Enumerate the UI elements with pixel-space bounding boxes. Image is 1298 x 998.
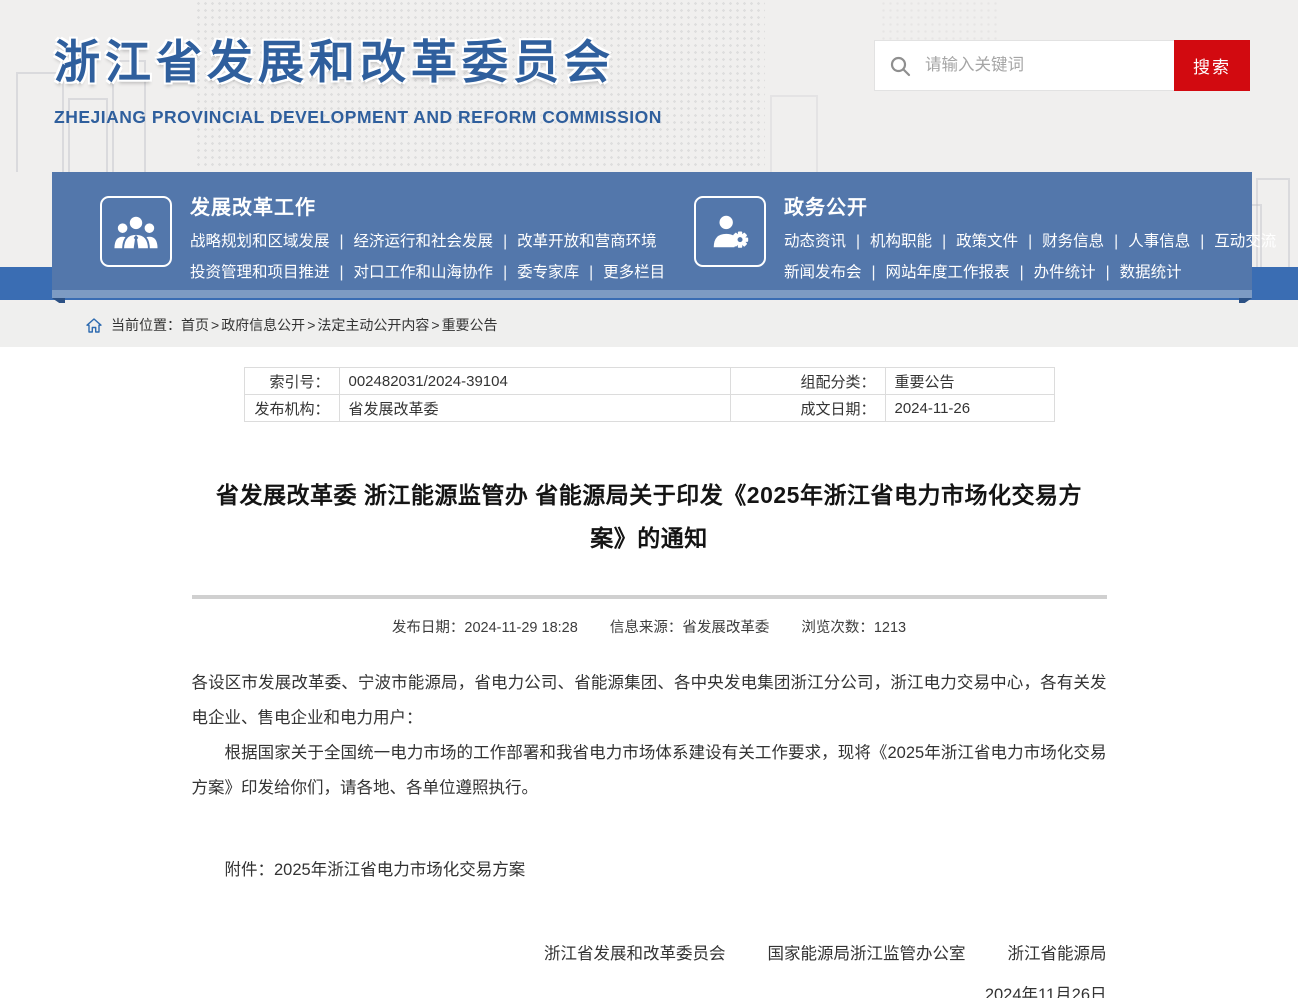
band-bottom-shadow bbox=[52, 290, 1252, 298]
signature-org: 国家能源局浙江监管办公室 bbox=[768, 945, 966, 963]
nav-link[interactable]: 经济运行和社会发展 bbox=[354, 233, 518, 250]
nav-link[interactable]: 新闻发布会 bbox=[784, 264, 886, 281]
ribbon-fold-left bbox=[52, 298, 65, 303]
article-meta: 发布日期：2024-11-29 18:28 信息来源：省发展改革委 浏览次数：1… bbox=[192, 616, 1107, 637]
nav-section-text: 发展改革工作 战略规划和区域发展经济运行和社会发展改革开放和营商环境 投资管理和… bbox=[190, 191, 665, 290]
people-group-icon bbox=[100, 196, 172, 267]
breadcrumb-label: 当前位置： bbox=[111, 315, 181, 335]
nav-section-development-reform: 发展改革工作 战略规划和区域发展经济运行和社会发展改革开放和营商环境 投资管理和… bbox=[52, 172, 652, 290]
signature-org: 浙江省发展和改革委员会 bbox=[544, 945, 726, 963]
issue-date-value: 2024-11-26 bbox=[885, 395, 1054, 422]
nav-link[interactable]: 办件统计 bbox=[1034, 264, 1120, 281]
publish-date: 发布日期：2024-11-29 18:28 bbox=[392, 620, 578, 636]
search-button[interactable]: 搜索 bbox=[1174, 40, 1250, 91]
nav-section-title: 发展改革工作 bbox=[190, 191, 665, 220]
nav-link[interactable]: 网站年度工作报表 bbox=[886, 264, 1034, 281]
nav-links-row: 投资管理和项目推进对口工作和山海协作委专家库更多栏目 bbox=[190, 260, 665, 282]
document-info-table: 索引号： 002482031/2024-39104 组配分类： 重要公告 发布机… bbox=[244, 367, 1055, 422]
nav-band-zone: 发展改革工作 战略规划和区域发展经济运行和社会发展改革开放和营商环境 投资管理和… bbox=[0, 172, 1298, 303]
article-title: 省发展改革委 浙江能源监管办 省能源局关于印发《2025年浙江省电力市场化交易方… bbox=[200, 474, 1099, 559]
attachment-line: 附件：2025年浙江省电力市场化交易方案 bbox=[192, 856, 1107, 880]
signature-block: 浙江省发展和改革委员会 国家能源局浙江监管办公室 浙江省能源局 2024年11月26… bbox=[192, 940, 1107, 998]
index-number-label: 索引号： bbox=[244, 368, 339, 395]
nav-link[interactable]: 动态资讯 bbox=[784, 233, 870, 250]
site-header: 浙江省发展和改革委员会 ZHEJIANG PROVINCIAL DEVELOPM… bbox=[0, 0, 1298, 172]
signature-date: 2024年11月26日 bbox=[192, 981, 1107, 998]
body-paragraph: 根据国家关于全国统一电力市场的工作部署和我省电力市场体系建设有关工作要求，现将《… bbox=[192, 736, 1107, 806]
ribbon-fold-right bbox=[1239, 298, 1252, 303]
issuing-agency-value: 省发展改革委 bbox=[339, 395, 730, 422]
nav-link[interactable]: 改革开放和营商环境 bbox=[517, 233, 657, 250]
article-body: 各设区市发展改革委、宁波市能源局，省电力公司、省能源集团、各中央发电集团浙江分公… bbox=[192, 666, 1107, 806]
nav-link[interactable]: 投资管理和项目推进 bbox=[190, 264, 354, 281]
site-logo: 浙江省发展和改革委员会 ZHEJIANG PROVINCIAL DEVELOPM… bbox=[54, 26, 662, 128]
title-divider bbox=[192, 595, 1107, 599]
signature-organizations: 浙江省发展和改革委员会 国家能源局浙江监管办公室 浙江省能源局 bbox=[192, 940, 1107, 964]
article-content: 索引号： 002482031/2024-39104 组配分类： 重要公告 发布机… bbox=[192, 367, 1107, 998]
info-source: 信息来源：省发展改革委 bbox=[610, 620, 770, 636]
page: 浙江省发展和改革委员会 ZHEJIANG PROVINCIAL DEVELOPM… bbox=[0, 0, 1298, 998]
breadcrumb: 当前位置： 首页政府信息公开法定主动公开内容重要公告 bbox=[0, 303, 1298, 347]
signature-org: 浙江省能源局 bbox=[1008, 945, 1107, 963]
building-silhouette-decoration bbox=[770, 95, 818, 172]
breadcrumb-item-statutory-disclosure[interactable]: 法定主动公开内容 bbox=[317, 317, 441, 333]
breadcrumb-item-home[interactable]: 首页 bbox=[181, 317, 221, 333]
nav-link[interactable]: 互动交流 bbox=[1214, 233, 1276, 250]
nav-link[interactable]: 委专家库 bbox=[517, 264, 603, 281]
site-subtitle-english: ZHEJIANG PROVINCIAL DEVELOPMENT AND REFO… bbox=[54, 107, 662, 128]
site-title: 浙江省发展和改革委员会 bbox=[54, 26, 662, 92]
person-gear-icon bbox=[694, 196, 766, 267]
nav-link[interactable]: 人事信息 bbox=[1128, 233, 1214, 250]
table-row: 索引号： 002482031/2024-39104 组配分类： 重要公告 bbox=[244, 368, 1054, 395]
home-icon[interactable] bbox=[86, 318, 102, 333]
main-nav-band: 发展改革工作 战略规划和区域发展经济运行和社会发展改革开放和营商环境 投资管理和… bbox=[52, 172, 1252, 290]
search-input[interactable] bbox=[925, 41, 1174, 90]
nav-links-row: 动态资讯机构职能政策文件财务信息人事信息互动交流 bbox=[784, 229, 1276, 251]
nav-section-title: 政务公开 bbox=[784, 191, 1276, 220]
nav-links-row: 战略规划和区域发展经济运行和社会发展改革开放和营商环境 bbox=[190, 229, 665, 251]
search-icon bbox=[875, 41, 925, 90]
body-paragraph: 各设区市发展改革委、宁波市能源局，省电力公司、省能源集团、各中央发电集团浙江分公… bbox=[192, 666, 1107, 736]
breadcrumb-item-gov-info[interactable]: 政府信息公开 bbox=[221, 317, 317, 333]
nav-link[interactable]: 战略规划和区域发展 bbox=[190, 233, 354, 250]
breadcrumb-path: 首页政府信息公开法定主动公开内容重要公告 bbox=[181, 315, 498, 335]
category-label: 组配分类： bbox=[730, 368, 885, 395]
nav-link[interactable]: 数据统计 bbox=[1120, 264, 1182, 281]
view-count: 浏览次数：1213 bbox=[801, 620, 906, 636]
site-search: 搜索 bbox=[874, 40, 1250, 91]
index-number-value: 002482031/2024-39104 bbox=[339, 368, 730, 395]
nav-link[interactable]: 政策文件 bbox=[956, 233, 1042, 250]
issue-date-label: 成文日期： bbox=[730, 395, 885, 422]
breadcrumb-item-important-notices[interactable]: 重要公告 bbox=[442, 317, 498, 333]
category-value: 重要公告 bbox=[885, 368, 1054, 395]
nav-links-row: 新闻发布会网站年度工作报表办件统计数据统计 bbox=[784, 260, 1276, 282]
nav-link[interactable]: 对口工作和山海协作 bbox=[354, 264, 518, 281]
nav-link[interactable]: 财务信息 bbox=[1042, 233, 1128, 250]
nav-section-gov-disclosure: 政务公开 动态资讯机构职能政策文件财务信息人事信息互动交流 新闻发布会网站年度工… bbox=[652, 172, 1252, 290]
issuing-agency-label: 发布机构： bbox=[244, 395, 339, 422]
nav-link[interactable]: 机构职能 bbox=[870, 233, 956, 250]
table-row: 发布机构： 省发展改革委 成文日期： 2024-11-26 bbox=[244, 395, 1054, 422]
nav-section-text: 政务公开 动态资讯机构职能政策文件财务信息人事信息互动交流 新闻发布会网站年度工… bbox=[784, 191, 1276, 290]
